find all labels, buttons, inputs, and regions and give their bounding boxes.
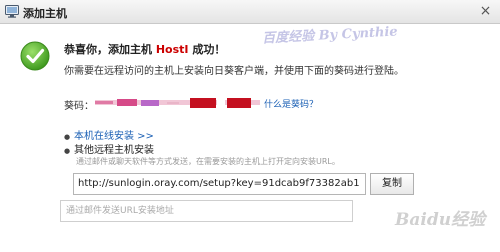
key-label: 葵码： [64,101,94,112]
close-button[interactable]: × [477,3,494,20]
bottom-watermark: Baidu经验 [395,210,486,230]
bullet-icon: ● [64,133,71,141]
remote-install-option[interactable]: ● 其他远程主机安装 [64,141,154,156]
success-headline: 恭喜你，添加主机 HostI 成功！ [64,41,225,57]
headline-prefix: 恭喜你，添加主机 [64,43,156,56]
host-name: HostI [155,43,189,56]
email-url-field[interactable]: 通过邮件发送URL安装地址 [60,200,353,222]
title-bar: 添加主机 × [0,0,500,24]
remote-install-label: 其他远程主机安装 [74,145,154,156]
install-hint: 通过邮件或聊天软件等方式发送，在需要安装的主机上打开定向安装URL。 [76,157,340,166]
redacted-key [95,98,260,108]
window-title: 添加主机 [23,7,67,20]
install-instructions: 你需要在远程访问的主机上安装向日葵客户端，并使用下面的葵码进行登陆。 [64,66,404,77]
bullet-icon: ● [64,147,71,155]
setup-url-field[interactable]: http://sunlogin.oray.com/setup?key=91dca… [73,173,366,195]
copy-button[interactable]: 复制 [370,173,414,195]
headline-suffix: 成功！ [188,43,226,56]
what-is-key-link[interactable]: 什么是葵码？ [264,97,318,110]
checkmark-circle-icon [20,41,50,71]
computer-icon [5,5,19,18]
online-install-option[interactable]: ● 本机在线安装 >> [64,127,154,142]
top-watermark: 百度经验 By Cynthie [261,24,399,47]
